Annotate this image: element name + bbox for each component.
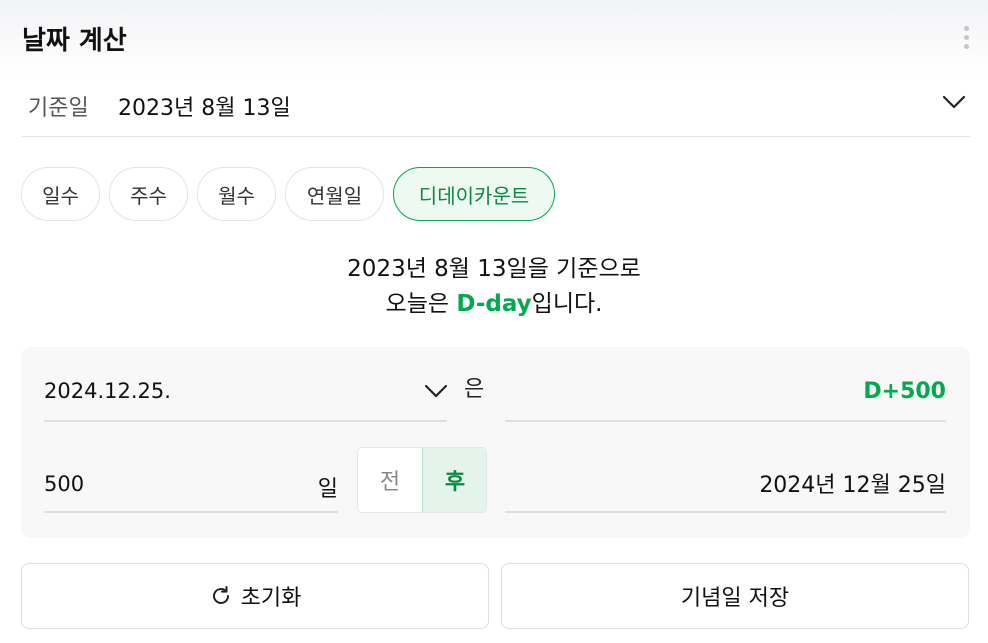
tab-weeks[interactable]: 주수 (109, 167, 188, 221)
save-anniversary-button[interactable]: 기념일 저장 (501, 563, 969, 629)
target-date-select[interactable]: 2024.12.25. (44, 367, 448, 422)
refresh-icon (209, 584, 233, 608)
tab-dday-count[interactable]: 디데이카운트 (393, 167, 555, 221)
save-label: 기념일 저장 (680, 586, 790, 611)
message-line-1: 2023년 8월 13일을 기준으로 (347, 256, 641, 282)
base-date-selector[interactable]: 기준일 2023년 8월 13일 (22, 78, 970, 137)
direction-after-button[interactable]: 후 (422, 448, 486, 512)
date-result-field: 2024년 12월 25일 (505, 447, 946, 513)
reset-label: 초기화 (240, 586, 302, 611)
direction-before-button[interactable]: 전 (358, 448, 422, 512)
chevron-down-icon (424, 383, 448, 402)
dday-result-field: D+500 (505, 367, 946, 422)
calculation-card: 2024.12.25. 은 D+500 일 전 후 2024년 12월 25일 (21, 347, 970, 538)
tab-ymd[interactable]: 연월일 (285, 167, 384, 221)
base-date-label: 기준일 (28, 96, 89, 121)
message-line-2: 오늘은 D-day입니다. (385, 291, 603, 317)
days-field: 일 (44, 459, 338, 513)
date-result-value: 2024년 12월 25일 (759, 473, 946, 498)
base-date-value: 2023년 8월 13일 (118, 96, 291, 121)
page-title: 날짜 계산 (22, 26, 127, 56)
days-input[interactable] (44, 467, 284, 501)
more-vertical-icon[interactable] (958, 26, 974, 52)
date-calculator-page: 날짜 계산 기준일 2023년 8월 13일 일수 주수 월수 연월일 디데이카… (0, 0, 988, 643)
dday-highlight: D-day (456, 291, 532, 317)
tab-days[interactable]: 일수 (21, 167, 100, 221)
chevron-down-icon (942, 94, 966, 113)
days-unit-label: 일 (317, 477, 338, 502)
target-date-value: 2024.12.25. (44, 379, 171, 403)
particle-label: 은 (464, 377, 485, 402)
header: 날짜 계산 (0, 0, 988, 78)
result-message: 2023년 8월 13일을 기준으로 오늘은 D-day입니다. (0, 252, 988, 322)
reset-button[interactable]: 초기화 (21, 563, 489, 629)
direction-toggle: 전 후 (357, 447, 487, 513)
dday-result-value: D+500 (863, 379, 946, 404)
tab-months[interactable]: 월수 (197, 167, 276, 221)
